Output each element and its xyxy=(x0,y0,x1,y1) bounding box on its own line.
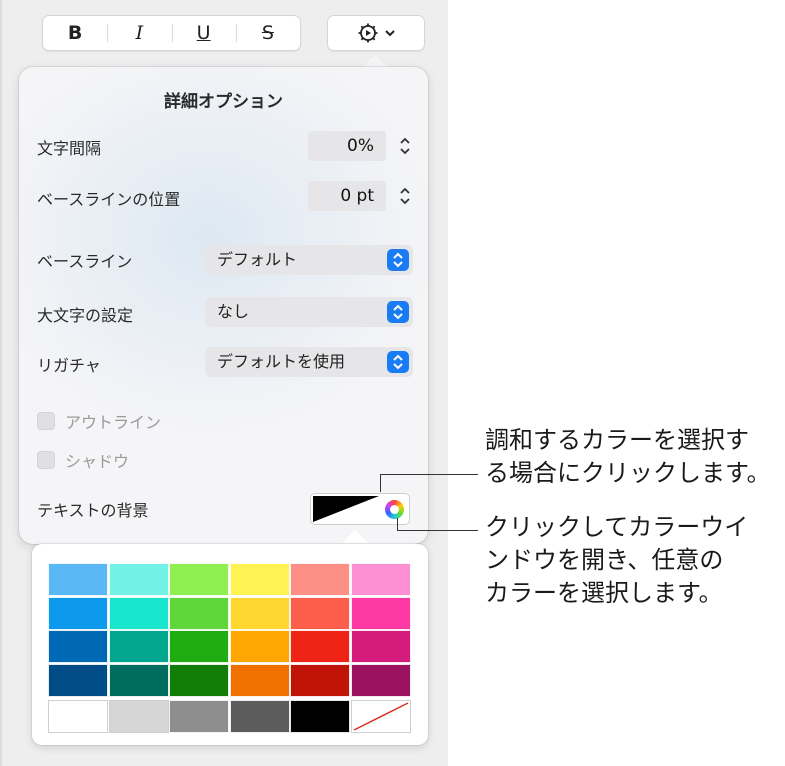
updown-chevron-icon xyxy=(387,301,409,323)
color-swatch[interactable] xyxy=(48,700,108,733)
underline-button[interactable]: U xyxy=(171,16,236,50)
color-swatch[interactable] xyxy=(290,596,350,630)
color-wheel-icon xyxy=(384,499,404,519)
palette-arrow xyxy=(342,530,368,543)
bold-button[interactable]: B xyxy=(43,16,107,50)
color-window-callout-line-3: カラーを選択します。 xyxy=(485,579,723,607)
color-swatch[interactable] xyxy=(108,563,169,596)
color-swatch[interactable] xyxy=(290,663,350,697)
baseline-shift-field[interactable]: 0 pt xyxy=(308,181,386,211)
color-swatch[interactable] xyxy=(169,630,229,663)
color-palette-popover xyxy=(32,544,428,745)
char-spacing-field[interactable]: 0% xyxy=(308,131,386,161)
italic-button[interactable]: I xyxy=(107,16,171,50)
baseline-label: ベースライン xyxy=(37,252,133,271)
color-swatch[interactable] xyxy=(229,563,290,596)
color-swatch[interactable] xyxy=(229,596,290,630)
color-swatch[interactable] xyxy=(169,596,229,630)
ligatures-value: デフォルトを使用 xyxy=(217,352,346,371)
color-swatch[interactable] xyxy=(290,563,350,596)
color-window-leader-horizontal xyxy=(397,530,478,531)
baseline-shift-stepper[interactable] xyxy=(398,184,412,208)
color-swatch[interactable] xyxy=(108,630,169,663)
harmony-callout-line-2: る場合にクリックします。 xyxy=(485,459,771,487)
harmony-callout: 調和するカラーを選択す る場合にクリックします。 xyxy=(485,424,771,490)
color-swatch[interactable] xyxy=(350,563,411,596)
color-window-callout: クリックしてカラーウイ ンドウを開き、任意の カラーを選択します。 xyxy=(485,511,748,610)
color-swatch[interactable] xyxy=(169,700,229,733)
color-window-callout-line-2: ンドウを開き、任意の xyxy=(485,546,724,574)
color-wheel-button[interactable] xyxy=(381,496,407,522)
color-swatch[interactable] xyxy=(290,630,350,663)
char-spacing-stepper[interactable] xyxy=(398,134,412,158)
ligatures-popup[interactable]: デフォルトを使用 xyxy=(205,347,413,377)
advanced-options-button[interactable] xyxy=(327,15,425,51)
outline-label: アウトライン xyxy=(65,413,162,432)
color-swatch[interactable] xyxy=(48,596,108,630)
color-swatch[interactable] xyxy=(350,663,411,697)
char-spacing-label: 文字間隔 xyxy=(37,139,102,158)
color-window-leader-vertical xyxy=(397,518,398,530)
color-swatch[interactable] xyxy=(48,563,108,596)
color-swatch[interactable] xyxy=(229,630,290,663)
color-swatch[interactable] xyxy=(169,663,229,697)
outline-checkbox-row[interactable]: アウトライン xyxy=(37,409,161,433)
color-swatch[interactable] xyxy=(350,596,411,630)
gear-icon xyxy=(358,23,378,43)
shadow-checkbox-row[interactable]: シャドウ xyxy=(37,448,129,472)
baseline-shift-label: ベースラインの位置 xyxy=(37,190,181,209)
ligatures-label: リガチャ xyxy=(37,356,101,375)
capitalization-label: 大文字の設定 xyxy=(37,306,134,325)
color-swatch[interactable] xyxy=(108,596,169,630)
shadow-label: シャドウ xyxy=(65,452,130,471)
updown-chevron-icon xyxy=(387,249,409,271)
color-window-callout-line-1: クリックしてカラーウイ xyxy=(485,513,749,541)
color-swatch[interactable] xyxy=(229,700,290,733)
text-background-label: テキストの背景 xyxy=(37,501,149,520)
color-swatch[interactable] xyxy=(48,630,108,663)
color-swatch[interactable] xyxy=(229,663,290,697)
color-swatch[interactable] xyxy=(108,700,169,733)
strikethrough-button[interactable]: S xyxy=(235,16,300,50)
baseline-popup[interactable]: デフォルト xyxy=(205,245,413,275)
capitalization-value: なし xyxy=(217,302,250,321)
color-swatch-preview[interactable] xyxy=(313,496,379,522)
advanced-options-popover: 詳細オプション 文字間隔 0% ベースラインの位置 0 pt ベースライン デフ… xyxy=(19,67,428,544)
color-swatch[interactable] xyxy=(290,700,350,733)
outline-checkbox[interactable] xyxy=(37,412,55,430)
harmony-leader-vertical xyxy=(380,474,381,492)
text-background-color-well[interactable] xyxy=(310,493,410,525)
color-swatch[interactable] xyxy=(108,663,169,697)
color-swatch[interactable] xyxy=(350,630,411,663)
no-fill-swatch[interactable] xyxy=(350,700,411,733)
baseline-value: デフォルト xyxy=(217,250,298,269)
text-style-button-group: B I U S xyxy=(42,15,301,51)
popover-title: 詳細オプション xyxy=(164,92,283,112)
color-swatch[interactable] xyxy=(48,663,108,697)
color-swatch[interactable] xyxy=(169,563,229,596)
capitalization-popup[interactable]: なし xyxy=(205,297,413,327)
chevron-down-icon xyxy=(385,30,395,37)
shadow-checkbox[interactable] xyxy=(37,451,55,469)
updown-chevron-icon xyxy=(387,351,409,373)
harmony-leader-horizontal xyxy=(380,474,478,475)
harmony-callout-line-1: 調和するカラーを選択す xyxy=(485,426,749,454)
